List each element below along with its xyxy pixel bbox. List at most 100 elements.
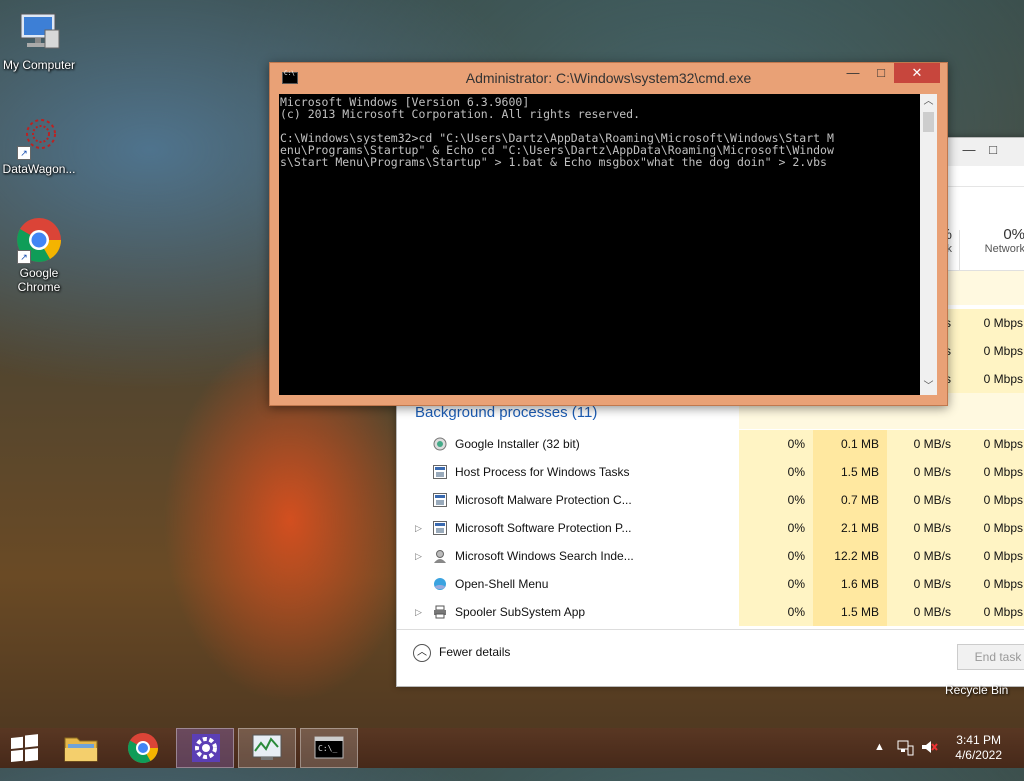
maximize-button[interactable]: □ <box>981 142 1005 160</box>
cmd-window[interactable]: Administrator: C:\Windows\system32\cmd.e… <box>269 62 948 406</box>
gear-icon <box>192 734 220 762</box>
vertical-scrollbar[interactable]: ︿ ﹀ <box>920 94 937 395</box>
open-shell-icon <box>433 577 447 591</box>
shortcut-arrow-icon: ↗ <box>17 250 31 264</box>
network-column-header[interactable]: 0% Network <box>959 226 1024 255</box>
app-window-icon <box>433 493 447 507</box>
table-row[interactable]: Google Installer (32 bit) 0% 0.1 MB 0 MB… <box>397 430 1024 458</box>
maximize-button[interactable]: □ <box>866 63 896 83</box>
minimize-button[interactable]: — <box>957 142 981 160</box>
table-row[interactable]: ▷ Microsoft Windows Search Inde... 0% 12… <box>397 542 1024 570</box>
table-row[interactable]: Host Process for Windows Tasks 0% 1.5 MB… <box>397 458 1024 486</box>
start-button[interactable] <box>0 728 58 768</box>
cmd-titlebar[interactable]: Administrator: C:\Windows\system32\cmd.e… <box>270 63 947 93</box>
memory-cell: 2.1 MB <box>813 514 887 542</box>
show-hidden-icons-button[interactable]: ▲ <box>874 741 885 781</box>
expand-chevron-icon[interactable]: ▷ <box>415 542 422 570</box>
disk-cell: 0 MB/s <box>887 570 959 598</box>
process-name: Spooler SubSystem App <box>455 605 586 619</box>
chrome-icon: ↗ <box>15 216 63 264</box>
cpu-cell: 0% <box>739 598 813 626</box>
desktop-icon-recycle-bin[interactable]: Recycle Bin <box>945 683 1008 697</box>
task-manager-footer: ︿ Fewer details End task <box>397 629 1024 686</box>
network-cell: 0 Mbps <box>959 430 1024 458</box>
network-icon[interactable] <box>896 738 914 778</box>
cpu-cell: 0% <box>739 430 813 458</box>
memory-cell: 0.7 MB <box>813 486 887 514</box>
disk-cell: 0 MB/s <box>887 486 959 514</box>
console-text: Microsoft Windows [Version 6.3.9600] (c)… <box>280 95 834 169</box>
table-row[interactable]: ▷ Spooler SubSystem App 0% 1.5 MB 0 MB/s… <box>397 598 1024 626</box>
printer-icon <box>433 605 447 619</box>
process-name: Microsoft Malware Protection C... <box>455 493 632 507</box>
console-output[interactable]: Microsoft Windows [Version 6.3.9600] (c)… <box>279 94 920 395</box>
network-cell: 0 Mbps <box>959 309 1024 337</box>
desktop-icon-datawagon[interactable]: ↗ DataWagon... <box>0 112 78 176</box>
performance-monitor-button[interactable] <box>238 728 296 768</box>
network-cell: 0 Mbps <box>959 542 1024 570</box>
google-installer-icon <box>433 437 447 451</box>
process-name: Open-Shell Menu <box>455 577 549 591</box>
file-explorer-button[interactable] <box>52 728 110 768</box>
disk-cell: 0 MB/s <box>887 514 959 542</box>
desktop-icon-label: My Computer <box>2 58 76 72</box>
disk-cell: 0 MB/s <box>887 542 959 570</box>
search-indexer-icon <box>433 549 447 563</box>
memory-cell: 12.2 MB <box>813 542 887 570</box>
scroll-down-arrow-icon[interactable]: ﹀ <box>920 379 937 395</box>
desktop-icon-label: Google Chrome <box>17 266 61 294</box>
cpu-cell: 0% <box>739 542 813 570</box>
chrome-taskbar-button[interactable] <box>114 728 172 768</box>
settings-taskbar-button[interactable] <box>176 728 234 768</box>
app-window-icon <box>433 465 447 479</box>
scroll-up-arrow-icon[interactable]: ︿ <box>920 94 937 110</box>
end-task-button[interactable]: End task <box>957 644 1024 670</box>
desktop-icon-google-chrome[interactable]: ↗ Google Chrome <box>0 216 78 294</box>
table-row[interactable]: Open-Shell Menu 0% 1.6 MB 0 MB/s 0 Mbps <box>397 570 1024 598</box>
network-cell: 0 Mbps <box>959 365 1024 393</box>
datawagon-icon: ↗ <box>15 112 63 160</box>
monitor-chart-icon <box>252 734 282 760</box>
process-name: Google Installer (32 bit) <box>455 437 580 451</box>
table-row[interactable]: Microsoft Malware Protection C... 0% 0.7… <box>397 486 1024 514</box>
table-row[interactable]: ▷ Microsoft Software Protection P... 0% … <box>397 514 1024 542</box>
cpu-cell: 0% <box>739 486 813 514</box>
expand-chevron-icon[interactable]: ▷ <box>415 598 422 626</box>
disk-cell: 0 MB/s <box>887 430 959 458</box>
scrollbar-thumb[interactable] <box>923 112 934 132</box>
disk-cell: 0 MB/s <box>887 598 959 626</box>
header-divider <box>959 230 960 270</box>
process-name: Microsoft Software Protection P... <box>455 521 632 535</box>
svg-text:C:\_: C:\_ <box>318 744 337 753</box>
expand-chevron-icon[interactable]: ▷ <box>415 514 422 542</box>
chevron-up-icon: ︿ <box>413 644 431 662</box>
folder-icon <box>64 737 98 762</box>
process-name: Microsoft Windows Search Inde... <box>455 549 634 563</box>
desktop-icon-my-computer[interactable]: My Computer <box>0 8 78 72</box>
network-cell: 0 Mbps <box>959 486 1024 514</box>
cpu-cell: 0% <box>739 514 813 542</box>
network-header-label: Network <box>984 243 1024 255</box>
taskbar-clock[interactable]: 3:41 PM 4/6/2022 <box>955 733 1002 763</box>
network-cell: 0 Mbps <box>959 337 1024 365</box>
fewer-details-label: Fewer details <box>439 645 511 660</box>
desktop-icon-label: DataWagon... <box>2 162 76 176</box>
windows-logo-icon <box>11 734 38 762</box>
fewer-details-button[interactable]: ︿ Fewer details <box>413 644 510 662</box>
cpu-cell: 0% <box>739 570 813 598</box>
memory-cell: 1.5 MB <box>813 458 887 486</box>
app-window-icon <box>433 521 447 535</box>
memory-cell: 0.1 MB <box>813 430 887 458</box>
close-button[interactable]: ✕ <box>894 63 940 83</box>
cmd-taskbar-button[interactable]: C:\_ <box>300 728 358 768</box>
network-cell: 0 Mbps <box>959 570 1024 598</box>
process-name: Host Process for Windows Tasks <box>455 465 630 479</box>
cpu-cell: 0% <box>739 458 813 486</box>
background-processes-heading: Background processes (11) <box>415 404 598 421</box>
shortcut-arrow-icon: ↗ <box>17 146 31 160</box>
memory-cell: 1.5 MB <box>813 598 887 626</box>
command-prompt-icon: C:\_ <box>314 736 344 759</box>
minimize-button[interactable]: — <box>838 63 868 83</box>
clock-date: 4/6/2022 <box>955 748 1002 762</box>
volume-muted-icon[interactable] <box>920 738 938 778</box>
